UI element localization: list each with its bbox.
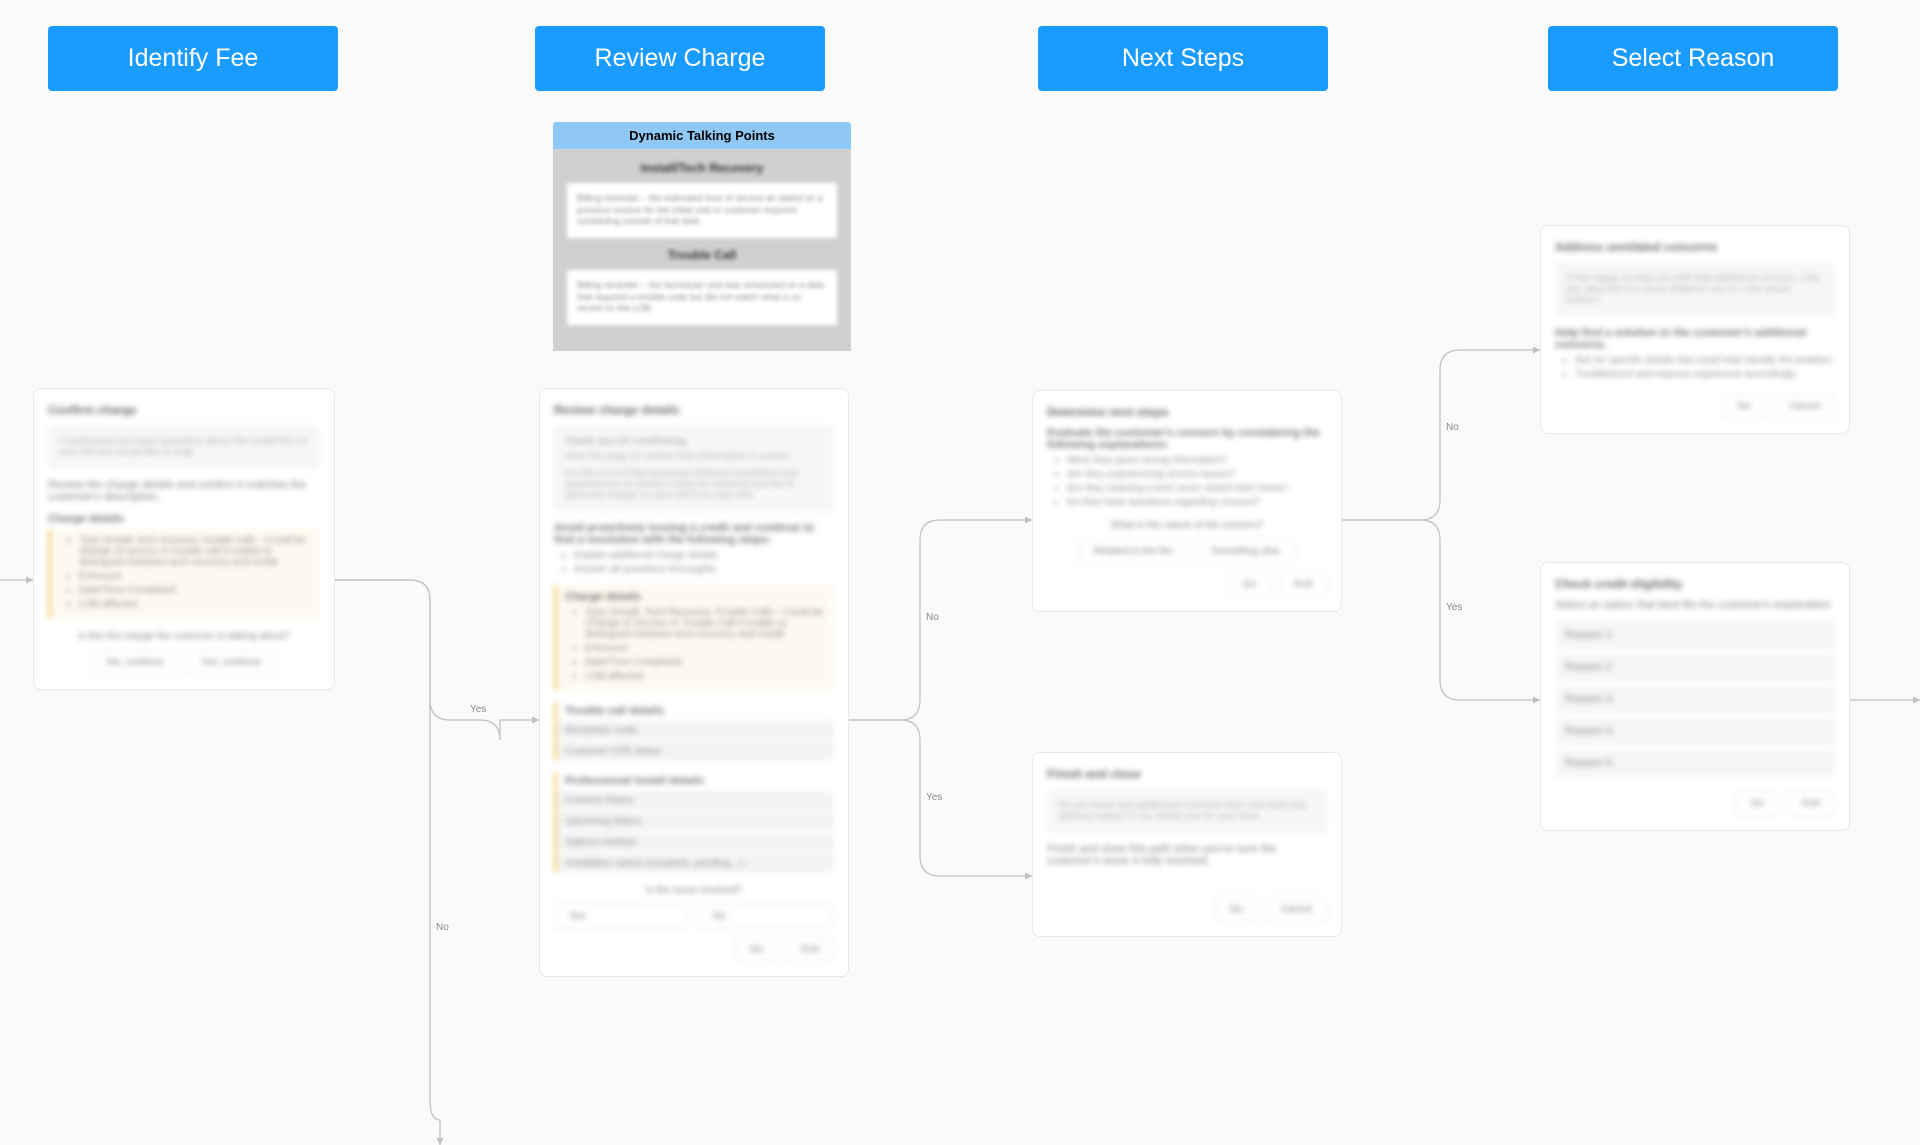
callout-line: View the page to confirm that informatio… bbox=[565, 451, 823, 462]
callout-title: Thank you for confirming. bbox=[565, 436, 823, 447]
dtp-section-title: Install/Tech Recovery bbox=[567, 161, 837, 175]
connector-label-no: No bbox=[926, 612, 939, 623]
column-header-identify-fee: Identify Fee bbox=[48, 26, 338, 91]
reason-option[interactable]: Reason 4 bbox=[1555, 717, 1835, 745]
card-question: What is the nature of the concern? bbox=[1047, 520, 1327, 531]
detail-row: Upcoming Status bbox=[557, 812, 834, 831]
card-review-charge: Review charge details Thank you for conf… bbox=[539, 388, 849, 977]
cancel-button[interactable]: Cancel bbox=[1774, 394, 1835, 419]
card-title: Address unrelated concerns bbox=[1555, 240, 1835, 254]
card-title: Review charge details bbox=[554, 403, 834, 417]
reason-option[interactable]: Reason 2 bbox=[1555, 653, 1835, 681]
list-item: $ Amount bbox=[79, 571, 312, 582]
card-callout: I understand you have questions about th… bbox=[48, 425, 320, 469]
go-button[interactable]: Go bbox=[1215, 897, 1258, 922]
card-title: Confirm charge bbox=[48, 403, 320, 417]
list-item: Answer all questions thoroughly bbox=[574, 564, 834, 575]
prof-install-block: Professional install details Connect Sta… bbox=[554, 771, 834, 873]
column-header-review-charge: Review Charge bbox=[535, 26, 825, 91]
connector-label-no: No bbox=[436, 922, 449, 933]
column-header-select-reason: Select Reason bbox=[1548, 26, 1838, 91]
dtp-section-body: Billing reminder – the technician visit … bbox=[567, 270, 837, 325]
card-description: Finish and close this path when you're s… bbox=[1047, 843, 1327, 867]
column-header-next-steps: Next Steps bbox=[1038, 26, 1328, 91]
dtp-section-body: Billing reminder – the estimated time of… bbox=[567, 183, 837, 238]
list-item: Were they given wrong information? bbox=[1067, 455, 1327, 466]
card-callout: Thank you for confirming. View the page … bbox=[554, 425, 834, 512]
end-button[interactable]: End bbox=[1279, 572, 1327, 597]
card-finish-and-close: Finish and close Do you have any additio… bbox=[1032, 752, 1342, 937]
card-question: Is this the charge the customer is talki… bbox=[48, 631, 320, 642]
yes-continue-button[interactable]: Yes, continue bbox=[186, 650, 276, 675]
connector-label-yes: Yes bbox=[470, 704, 486, 715]
dtp-section-trouble: Trouble Call Billing reminder – the tech… bbox=[567, 248, 837, 325]
card-callout: I'd be happy to help you with that addit… bbox=[1555, 262, 1835, 317]
card-title: Check credit eligibility bbox=[1555, 577, 1835, 591]
list-item: Date/Time Completed bbox=[585, 657, 826, 668]
dtp-section-install: Install/Tech Recovery Billing reminder –… bbox=[567, 161, 837, 238]
reason-option[interactable]: Reason 1 bbox=[1555, 621, 1835, 649]
card-determine-next-steps: Determine next steps Evaluate the custom… bbox=[1032, 390, 1342, 612]
section-label: Professional install details bbox=[557, 771, 834, 787]
detail-row: Customer CPE status bbox=[557, 742, 834, 761]
list-item: Do they have questions regarding consent… bbox=[1067, 497, 1327, 508]
card-description: Help find a solution to the customer's a… bbox=[1555, 327, 1835, 351]
card-description: Evaluate the customer's concern by consi… bbox=[1047, 427, 1327, 451]
list-item: Troubleshoot and express experience acco… bbox=[1575, 369, 1835, 380]
no-continue-button[interactable]: No, continue bbox=[92, 650, 178, 675]
yes-button[interactable]: Yes bbox=[554, 904, 690, 929]
go-button[interactable]: Go bbox=[1723, 394, 1766, 419]
dtp-section-title: Trouble Call bbox=[567, 248, 837, 262]
list-item: Date/Time Completed bbox=[79, 585, 312, 596]
list-item: Explain additional charge details bbox=[574, 550, 834, 561]
something-else-button[interactable]: Something else bbox=[1196, 539, 1295, 564]
end-button[interactable]: End bbox=[786, 937, 834, 962]
detail-row: Options method bbox=[557, 833, 834, 852]
dynamic-talking-points-panel: Dynamic Talking Points Install/Tech Reco… bbox=[553, 122, 851, 351]
card-description: Review the charge details and confirm it… bbox=[48, 479, 320, 503]
detail-row: Installation status (complete, pending…) bbox=[557, 854, 834, 873]
card-title: Determine next steps bbox=[1047, 405, 1327, 419]
card-question: Is the issue resolved? bbox=[554, 885, 834, 896]
cancel-button[interactable]: Cancel bbox=[1266, 897, 1327, 922]
charge-details-block: Charge details Type (Install, Tech Recov… bbox=[554, 585, 834, 691]
related-fee-button[interactable]: Related to the fee bbox=[1079, 539, 1188, 564]
card-title: Finish and close bbox=[1047, 767, 1327, 781]
detail-row: Resolution code bbox=[557, 721, 834, 740]
dtp-header: Dynamic Talking Points bbox=[553, 122, 851, 149]
dtp-body: Install/Tech Recovery Billing reminder –… bbox=[553, 149, 851, 351]
reason-option[interactable]: Reason 3 bbox=[1555, 685, 1835, 713]
section-label: Charge details bbox=[565, 591, 826, 603]
go-button[interactable]: Go bbox=[1736, 791, 1779, 816]
card-credit-eligibility: Check credit eligibility Select an optio… bbox=[1540, 562, 1850, 831]
card-description: Select an option that best fits the cust… bbox=[1555, 599, 1835, 611]
callout-line: On the record that technician [Name] com… bbox=[565, 468, 823, 501]
card-confirm-charge: Confirm charge I understand you have que… bbox=[33, 388, 335, 690]
section-label: Charge details bbox=[48, 513, 320, 525]
connector-label-yes: Yes bbox=[1446, 602, 1462, 613]
section-label: Trouble call details bbox=[557, 701, 834, 717]
list-item: $ Amount bbox=[585, 643, 826, 654]
list-item: Ask for specific details that could help… bbox=[1575, 355, 1835, 366]
detail-row: Connect Status bbox=[557, 791, 834, 810]
card-callout: Do you have any additional concerns that… bbox=[1047, 789, 1327, 833]
list-item: Type (Install, Tech Recovery, Trouble Ca… bbox=[585, 607, 826, 640]
go-button[interactable]: Go bbox=[735, 937, 778, 962]
list-item: Are they experiencing service issues? bbox=[1067, 469, 1327, 480]
no-button[interactable]: No bbox=[698, 904, 834, 929]
list-item: LOB affected bbox=[79, 599, 312, 610]
list-item: LOB affected bbox=[585, 671, 826, 682]
connector-label-no: No bbox=[1446, 422, 1459, 433]
end-button[interactable]: End bbox=[1787, 791, 1835, 816]
list-item: Type (install, tech recovery, trouble ca… bbox=[79, 535, 312, 568]
go-button[interactable]: Go bbox=[1228, 572, 1271, 597]
trouble-call-block: Trouble call details Resolution code Cus… bbox=[554, 701, 834, 761]
reason-option[interactable]: Reason 5 bbox=[1555, 749, 1835, 777]
list-item: Are they claiming a tech never visited t… bbox=[1067, 483, 1327, 494]
connector-label-yes: Yes bbox=[926, 792, 942, 803]
card-address-concerns: Address unrelated concerns I'd be happy … bbox=[1540, 225, 1850, 434]
charge-details-block: Type (install, tech recovery, trouble ca… bbox=[48, 529, 320, 619]
avoid-heading: Avoid proactively issuing a credit and c… bbox=[554, 522, 834, 546]
